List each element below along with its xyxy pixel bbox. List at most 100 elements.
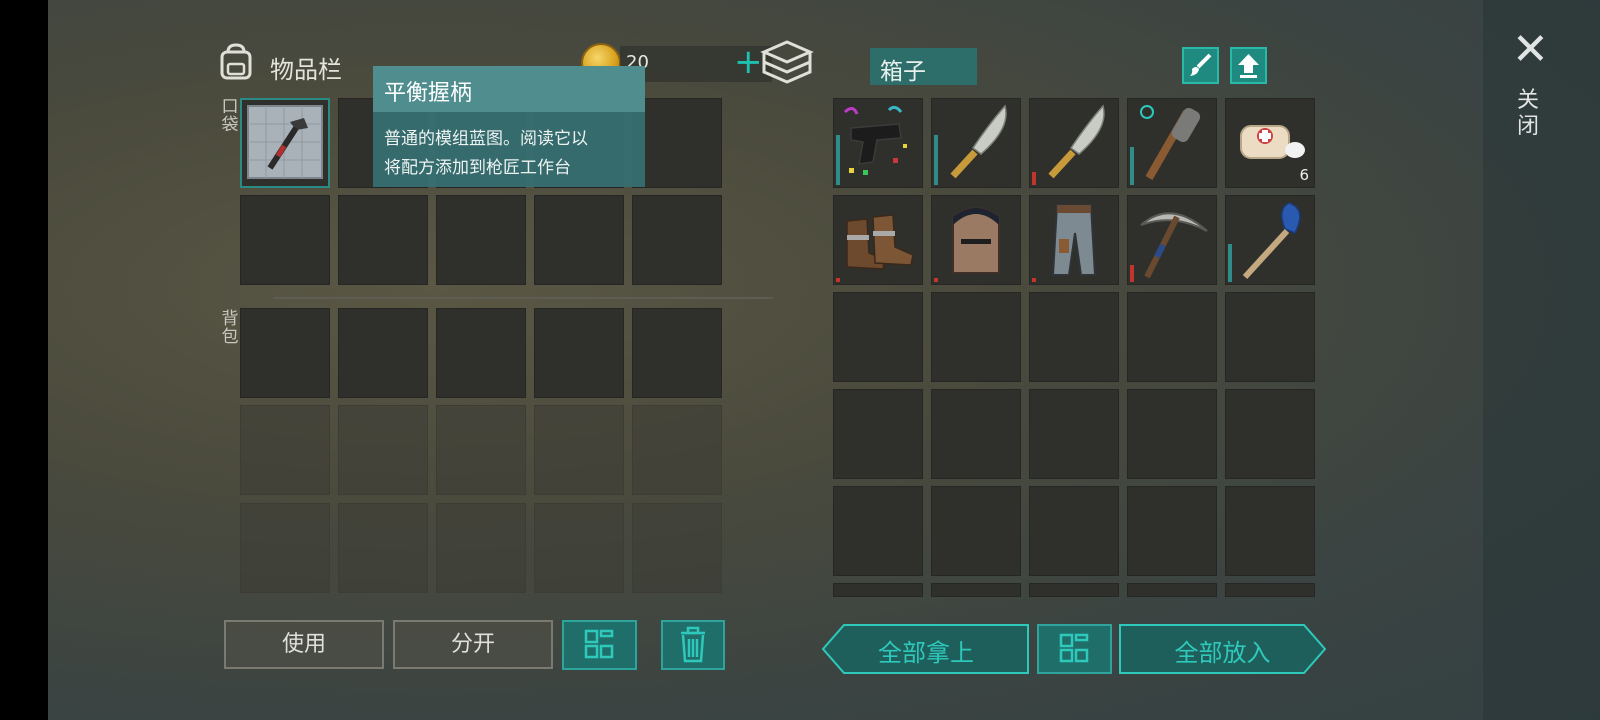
pants-icon [1051,204,1097,276]
game-screen: 物品栏 20 + 口袋 背包 使用 分开 箱子 全部拿上 全部放入 ✕ 关闭 6… [48,0,1600,720]
durability-bar [836,135,840,185]
chest-slot[interactable] [833,195,923,285]
close-panel-bg [1483,0,1600,720]
chest-slot[interactable] [1029,98,1119,188]
item-tooltip: 平衡握柄 普通的模组蓝图。阅读它以 将配方添加到枪匠工作台 [373,66,645,187]
durability-bar [836,278,840,282]
chest-slot[interactable] [1029,389,1119,479]
pocket-divider [273,297,773,299]
durability-bar [1032,172,1036,185]
chest-slot[interactable] [1225,583,1315,597]
chest-slot[interactable] [1029,195,1119,285]
pocket-slot[interactable] [240,98,330,188]
chest-slot[interactable] [931,98,1021,188]
put-all-label: 全部放入 [1174,639,1271,667]
chest-slot[interactable] [1127,98,1217,188]
backpack-slot[interactable] [632,405,722,495]
split-button[interactable]: 分开 [393,620,553,669]
pocket-slot[interactable] [534,195,624,285]
chest-slot[interactable] [1029,486,1119,576]
take-all-button[interactable]: 全部拿上 [822,624,1030,674]
chest-slot[interactable] [1225,195,1315,285]
blueprint-hammer-icon [247,105,323,179]
chest-slot[interactable] [931,292,1021,382]
chest-sort-button[interactable] [1037,624,1112,674]
chest-slot[interactable] [833,583,923,597]
tooltip-title: 平衡握柄 [384,81,473,106]
backpack-slot[interactable] [632,503,722,593]
machete-icon [950,104,1007,179]
chest-title: 箱子 [880,59,926,85]
pocket-slot[interactable] [240,195,330,285]
pickaxe-icon [1140,212,1208,279]
helmet-icon [952,207,1000,274]
backpack-slot[interactable] [534,405,624,495]
close-label: 关闭 [1516,88,1539,139]
chest-slot[interactable]: 6 [1225,98,1315,188]
arrow-up-icon [1238,54,1259,78]
backpack-slot[interactable] [436,308,526,398]
backpack-icon [220,43,252,80]
sort-button[interactable] [562,620,637,670]
chest-slot[interactable] [1029,292,1119,382]
chest-slot[interactable] [1225,486,1315,576]
tooltip-description: 普通的模组蓝图。阅读它以 [384,129,588,149]
brush-icon [1190,53,1212,76]
chest-slot[interactable] [1127,195,1217,285]
chest-slot[interactable] [931,486,1021,576]
chest-slot[interactable] [1127,292,1217,382]
chest-slot[interactable] [1127,486,1217,576]
pocket-slot[interactable] [338,195,428,285]
pocket-slot[interactable] [436,195,526,285]
chest-slot[interactable] [833,292,923,382]
durability-bar [934,278,938,282]
grid-sort-icon [584,629,614,659]
chest-slot[interactable] [1225,389,1315,479]
backpack-slot[interactable] [338,503,428,593]
backpack-slot[interactable] [240,503,330,593]
chest-slot[interactable] [833,486,923,576]
tooltip-description: 将配方添加到枪匠工作台 [384,158,571,178]
durability-bar [1032,278,1036,282]
backpack-slot[interactable] [436,503,526,593]
chest-slot[interactable] [1029,583,1119,597]
backpack-slot[interactable] [436,405,526,495]
pistol-icon [843,105,907,175]
take-all-label: 全部拿上 [878,639,974,667]
trash-button[interactable] [661,620,725,670]
backpack-slot[interactable] [338,308,428,398]
chest-slot[interactable] [833,98,923,188]
upload-button[interactable] [1230,47,1267,84]
use-button[interactable]: 使用 [224,620,384,669]
pocket-slot[interactable] [632,98,722,188]
backpack-slot[interactable] [338,405,428,495]
chest-slot[interactable] [1225,292,1315,382]
backpack-slot[interactable] [534,308,624,398]
pocket-slot[interactable] [632,195,722,285]
backpack-slot[interactable] [632,308,722,398]
chest-slot[interactable] [833,389,923,479]
grid-sort-icon [1059,633,1089,663]
chest-slot[interactable] [931,389,1021,479]
trash-icon [681,626,705,663]
backpack-slot[interactable] [240,308,330,398]
pocket-label: 口袋 [221,97,239,135]
chest-slot[interactable] [1127,389,1217,479]
backpack-slot[interactable] [240,405,330,495]
put-all-button[interactable]: 全部放入 [1119,624,1326,674]
item-count: 6 [1299,166,1309,184]
spiked-club-icon [1140,105,1201,180]
backpack-slot[interactable] [534,503,624,593]
paddle-icon [1242,202,1301,280]
chest-slot[interactable] [931,583,1021,597]
backpack-label: 背包 [221,309,239,347]
chest-slot[interactable] [1127,583,1217,597]
add-currency-button[interactable]: + [734,44,763,80]
durability-bar [934,135,938,185]
boots-icon [846,214,914,270]
close-button[interactable]: ✕ [1512,28,1549,72]
chest-slot[interactable] [931,195,1021,285]
durability-bar [1228,244,1232,282]
paint-button[interactable] [1182,47,1219,84]
durability-bar [1130,147,1134,185]
